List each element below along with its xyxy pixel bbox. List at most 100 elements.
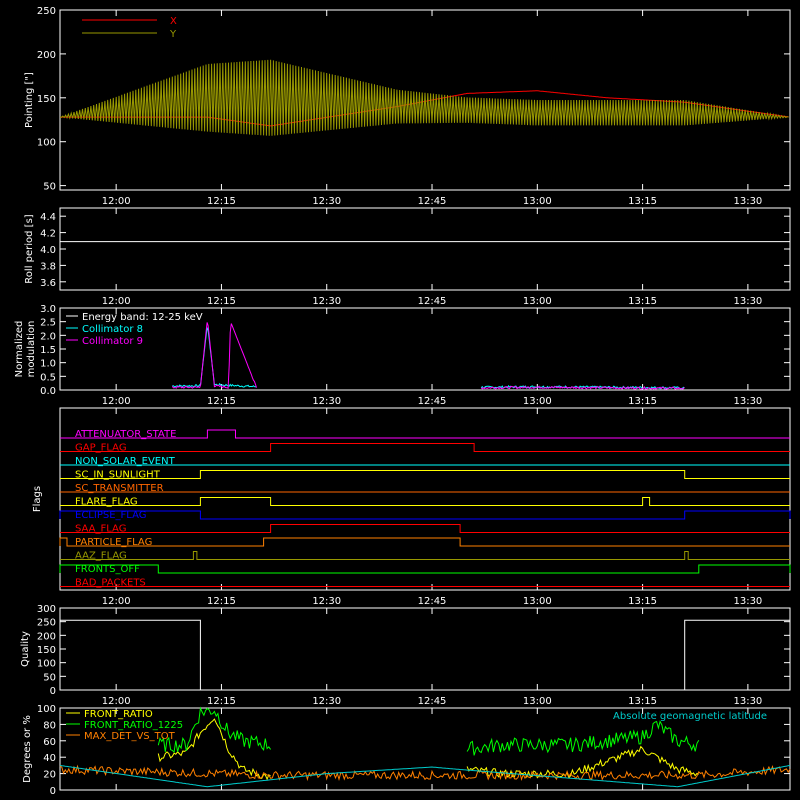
roll-xtick-label: 13:00 [523, 296, 552, 307]
pointing-xtick-label: 12:30 [312, 196, 341, 207]
modulation-ytick-label: 3.0 [40, 304, 56, 315]
ratios-legend-label: Absolute geomagnetic latitude [613, 711, 767, 722]
pointing-xtick-label: 13:15 [628, 196, 657, 207]
roll-xtick-label: 12:15 [207, 296, 236, 307]
modulation-xtick-label: 13:30 [733, 396, 762, 407]
pointing-xtick-label: 12:00 [102, 196, 131, 207]
modulation-annotation: Collimator 9 [82, 336, 143, 347]
modulation-ytick-label: 2.0 [40, 331, 56, 342]
roll-ytick-label: 4.4 [40, 212, 56, 223]
roll-frame [59, 207, 791, 291]
flags-xtick-label: 13:15 [628, 596, 657, 607]
ratios-series-2-seg-0 [59, 764, 791, 782]
ratios-ytick-label: 40 [43, 753, 56, 764]
pointing-xtick-label: 12:15 [207, 196, 236, 207]
modulation-xtick-label: 12:00 [102, 396, 131, 407]
ratios-ytick-label: 100 [37, 704, 56, 715]
roll-xtick-label: 13:15 [628, 296, 657, 307]
quality-xtick-label: 13:00 [523, 696, 552, 707]
quality-ytick-label: 200 [37, 631, 56, 642]
roll-xtick-label: 12:45 [418, 296, 447, 307]
flags-xtick-label: 13:30 [733, 596, 762, 607]
quality-ylabel: Quality [20, 631, 31, 667]
pointing-ytick-label: 50 [43, 182, 56, 193]
modulation-ytick-label: 0.0 [40, 386, 56, 397]
roll-ytick-label: 3.8 [40, 261, 56, 272]
flag-line [60, 551, 790, 560]
quality-xtick-label: 12:00 [102, 696, 131, 707]
pointing-legend-label: X [170, 16, 177, 27]
roll-ytick-label: 4.2 [40, 229, 56, 240]
ratios-legend-label: FRONT_RATIO_1225 [84, 720, 183, 731]
roll-ytick-label: 4.0 [40, 245, 56, 256]
flag-line [59, 564, 791, 574]
flag-label: ECLIPSE_FLAG [75, 510, 146, 521]
ratios-legend-label: MAX_DET_VS_TOT [84, 731, 176, 742]
modulation-xtick-label: 12:15 [207, 396, 236, 407]
roll-xtick-label: 12:30 [312, 296, 341, 307]
ratios-ytick-label: 20 [43, 770, 56, 781]
quality-ytick-label: 50 [43, 672, 56, 683]
quality-ytick-label: 0 [50, 686, 56, 697]
modulation-series-0-seg-0 [172, 327, 257, 388]
pointing-xtick-label: 12:45 [418, 196, 447, 207]
flag-label: FRONTS_OFF [75, 564, 140, 575]
flag-line [60, 497, 790, 506]
quality-series [60, 619, 790, 691]
ratios-ytick-label: 80 [43, 720, 56, 731]
ratios-legend-label: FRONT_RATIO [84, 709, 153, 720]
roll-ytick-label: 3.6 [40, 278, 56, 289]
pointing-xtick-label: 13:00 [523, 196, 552, 207]
flags-xtick-label: 13:00 [523, 596, 552, 607]
flag-line [60, 524, 790, 533]
flag-line [60, 443, 790, 452]
chart-svg: 12:00 12:15 12:30 12:45 13:00 13:15 13:30 50 100… [14, 6, 791, 797]
pointing-ytick-label: 100 [37, 138, 56, 149]
ratios-series-1-seg-1 [466, 720, 700, 756]
modulation-ylabel-line1: Normalized [14, 321, 25, 378]
ratios-ylabel: Degrees or % [22, 715, 33, 783]
pointing-ytick-label: 200 [37, 50, 56, 61]
ratios-ytick-label: 60 [43, 737, 56, 748]
flags-xtick-label: 12:00 [102, 596, 131, 607]
modulation-xtick-label: 13:00 [523, 396, 552, 407]
pointing-ytick-label: 250 [37, 6, 56, 17]
chart-stage: 12:00 12:15 12:30 12:45 13:00 13:15 13:30 50 100… [0, 0, 800, 800]
flags-xtick-label: 12:15 [207, 596, 236, 607]
pointing-xtick-label: 13:30 [733, 196, 762, 207]
modulation-ylabel-line2: modulation [26, 321, 37, 378]
pointing-legend-label: Y [169, 29, 177, 40]
pointing-ylabel: Pointing ["] [24, 72, 35, 128]
pointing-ytick-label: 150 [37, 94, 56, 105]
flags-xtick-label: 12:30 [312, 596, 341, 607]
modulation-xtick-label: 12:45 [418, 396, 447, 407]
quality-xtick-label: 12:45 [418, 696, 447, 707]
quality-xtick-label: 13:15 [628, 696, 657, 707]
modulation-xtick-label: 13:15 [628, 396, 657, 407]
modulation-ytick-label: 1.5 [40, 345, 56, 356]
flag-line [59, 510, 791, 520]
roll-ylabel: Roll period [s] [24, 214, 35, 283]
quality-ytick-label: 300 [37, 604, 56, 615]
modulation-annotation: Collimator 8 [82, 324, 143, 335]
quality-xtick-label: 12:15 [207, 696, 236, 707]
modulation-xtick-label: 12:30 [312, 396, 341, 407]
flags-ylabel: Flags [32, 486, 43, 512]
flag-line [59, 537, 790, 547]
quality-xtick-label: 13:30 [733, 696, 762, 707]
modulation-ytick-label: 1.0 [40, 359, 56, 370]
modulation-annotation: Energy band: 12-25 keV [82, 312, 203, 323]
pointing-series-Y [59, 59, 789, 136]
modulation-ytick-label: 0.5 [40, 372, 56, 383]
quality-ytick-label: 150 [37, 645, 56, 656]
quality-ytick-label: 100 [37, 659, 56, 670]
modulation-ytick-label: 2.5 [40, 318, 56, 329]
quality-xtick-label: 12:30 [312, 696, 341, 707]
roll-xtick-label: 13:30 [733, 296, 762, 307]
flag-line [60, 470, 790, 479]
flags-xtick-label: 12:45 [418, 596, 447, 607]
quality-ytick-label: 250 [37, 618, 56, 629]
roll-xtick-label: 12:00 [102, 296, 131, 307]
ratios-ytick-label: 0 [50, 786, 56, 797]
modulation-series-1-seg-0 [171, 322, 257, 389]
